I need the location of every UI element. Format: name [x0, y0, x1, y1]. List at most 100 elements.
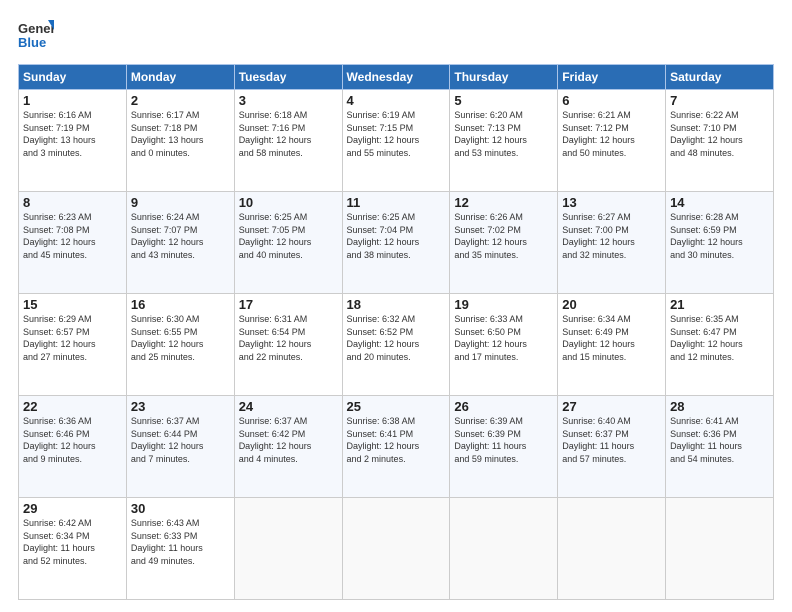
- day-number: 7: [670, 93, 769, 108]
- day-info: Sunrise: 6:16 AM Sunset: 7:19 PM Dayligh…: [23, 109, 122, 159]
- day-number: 18: [347, 297, 446, 312]
- day-info: Sunrise: 6:41 AM Sunset: 6:36 PM Dayligh…: [670, 415, 769, 465]
- calendar-cell: [450, 498, 558, 600]
- calendar-week-row: 22Sunrise: 6:36 AM Sunset: 6:46 PM Dayli…: [19, 396, 774, 498]
- page: General Blue SundayMondayTuesdayWednesda…: [0, 0, 792, 612]
- calendar-header-row: SundayMondayTuesdayWednesdayThursdayFrid…: [19, 65, 774, 90]
- calendar-cell: [234, 498, 342, 600]
- day-info: Sunrise: 6:43 AM Sunset: 6:33 PM Dayligh…: [131, 517, 230, 567]
- day-number: 15: [23, 297, 122, 312]
- day-number: 10: [239, 195, 338, 210]
- calendar-cell: 2Sunrise: 6:17 AM Sunset: 7:18 PM Daylig…: [126, 90, 234, 192]
- day-number: 24: [239, 399, 338, 414]
- day-info: Sunrise: 6:30 AM Sunset: 6:55 PM Dayligh…: [131, 313, 230, 363]
- calendar-cell: 26Sunrise: 6:39 AM Sunset: 6:39 PM Dayli…: [450, 396, 558, 498]
- calendar-table: SundayMondayTuesdayWednesdayThursdayFrid…: [18, 64, 774, 600]
- calendar-cell: 7Sunrise: 6:22 AM Sunset: 7:10 PM Daylig…: [666, 90, 774, 192]
- calendar-cell: 1Sunrise: 6:16 AM Sunset: 7:19 PM Daylig…: [19, 90, 127, 192]
- day-number: 9: [131, 195, 230, 210]
- calendar-cell: [342, 498, 450, 600]
- calendar-cell: 4Sunrise: 6:19 AM Sunset: 7:15 PM Daylig…: [342, 90, 450, 192]
- day-info: Sunrise: 6:31 AM Sunset: 6:54 PM Dayligh…: [239, 313, 338, 363]
- calendar-header-thursday: Thursday: [450, 65, 558, 90]
- calendar-cell: 15Sunrise: 6:29 AM Sunset: 6:57 PM Dayli…: [19, 294, 127, 396]
- day-number: 11: [347, 195, 446, 210]
- day-info: Sunrise: 6:37 AM Sunset: 6:44 PM Dayligh…: [131, 415, 230, 465]
- day-info: Sunrise: 6:28 AM Sunset: 6:59 PM Dayligh…: [670, 211, 769, 261]
- calendar-cell: 13Sunrise: 6:27 AM Sunset: 7:00 PM Dayli…: [558, 192, 666, 294]
- day-number: 3: [239, 93, 338, 108]
- calendar-cell: 24Sunrise: 6:37 AM Sunset: 6:42 PM Dayli…: [234, 396, 342, 498]
- calendar-cell: 25Sunrise: 6:38 AM Sunset: 6:41 PM Dayli…: [342, 396, 450, 498]
- day-info: Sunrise: 6:40 AM Sunset: 6:37 PM Dayligh…: [562, 415, 661, 465]
- day-number: 20: [562, 297, 661, 312]
- day-info: Sunrise: 6:39 AM Sunset: 6:39 PM Dayligh…: [454, 415, 553, 465]
- calendar-cell: 19Sunrise: 6:33 AM Sunset: 6:50 PM Dayli…: [450, 294, 558, 396]
- day-info: Sunrise: 6:27 AM Sunset: 7:00 PM Dayligh…: [562, 211, 661, 261]
- calendar-header-friday: Friday: [558, 65, 666, 90]
- calendar-header-saturday: Saturday: [666, 65, 774, 90]
- calendar-cell: 6Sunrise: 6:21 AM Sunset: 7:12 PM Daylig…: [558, 90, 666, 192]
- day-info: Sunrise: 6:35 AM Sunset: 6:47 PM Dayligh…: [670, 313, 769, 363]
- day-info: Sunrise: 6:22 AM Sunset: 7:10 PM Dayligh…: [670, 109, 769, 159]
- calendar-cell: [666, 498, 774, 600]
- calendar-cell: 29Sunrise: 6:42 AM Sunset: 6:34 PM Dayli…: [19, 498, 127, 600]
- day-info: Sunrise: 6:19 AM Sunset: 7:15 PM Dayligh…: [347, 109, 446, 159]
- calendar-cell: 28Sunrise: 6:41 AM Sunset: 6:36 PM Dayli…: [666, 396, 774, 498]
- day-info: Sunrise: 6:24 AM Sunset: 7:07 PM Dayligh…: [131, 211, 230, 261]
- calendar-header-sunday: Sunday: [19, 65, 127, 90]
- day-number: 4: [347, 93, 446, 108]
- calendar-cell: 22Sunrise: 6:36 AM Sunset: 6:46 PM Dayli…: [19, 396, 127, 498]
- day-info: Sunrise: 6:18 AM Sunset: 7:16 PM Dayligh…: [239, 109, 338, 159]
- day-number: 8: [23, 195, 122, 210]
- calendar-cell: 12Sunrise: 6:26 AM Sunset: 7:02 PM Dayli…: [450, 192, 558, 294]
- day-number: 27: [562, 399, 661, 414]
- calendar-cell: 3Sunrise: 6:18 AM Sunset: 7:16 PM Daylig…: [234, 90, 342, 192]
- calendar-cell: 27Sunrise: 6:40 AM Sunset: 6:37 PM Dayli…: [558, 396, 666, 498]
- day-info: Sunrise: 6:36 AM Sunset: 6:46 PM Dayligh…: [23, 415, 122, 465]
- day-info: Sunrise: 6:42 AM Sunset: 6:34 PM Dayligh…: [23, 517, 122, 567]
- day-number: 21: [670, 297, 769, 312]
- day-number: 23: [131, 399, 230, 414]
- day-number: 19: [454, 297, 553, 312]
- calendar-cell: 5Sunrise: 6:20 AM Sunset: 7:13 PM Daylig…: [450, 90, 558, 192]
- day-info: Sunrise: 6:21 AM Sunset: 7:12 PM Dayligh…: [562, 109, 661, 159]
- day-info: Sunrise: 6:32 AM Sunset: 6:52 PM Dayligh…: [347, 313, 446, 363]
- day-number: 26: [454, 399, 553, 414]
- day-number: 29: [23, 501, 122, 516]
- calendar-week-row: 8Sunrise: 6:23 AM Sunset: 7:08 PM Daylig…: [19, 192, 774, 294]
- day-number: 17: [239, 297, 338, 312]
- calendar-cell: 23Sunrise: 6:37 AM Sunset: 6:44 PM Dayli…: [126, 396, 234, 498]
- calendar-cell: 21Sunrise: 6:35 AM Sunset: 6:47 PM Dayli…: [666, 294, 774, 396]
- calendar-cell: 16Sunrise: 6:30 AM Sunset: 6:55 PM Dayli…: [126, 294, 234, 396]
- day-info: Sunrise: 6:38 AM Sunset: 6:41 PM Dayligh…: [347, 415, 446, 465]
- day-info: Sunrise: 6:17 AM Sunset: 7:18 PM Dayligh…: [131, 109, 230, 159]
- day-number: 16: [131, 297, 230, 312]
- day-number: 5: [454, 93, 553, 108]
- calendar-cell: 10Sunrise: 6:25 AM Sunset: 7:05 PM Dayli…: [234, 192, 342, 294]
- day-number: 30: [131, 501, 230, 516]
- calendar-cell: 17Sunrise: 6:31 AM Sunset: 6:54 PM Dayli…: [234, 294, 342, 396]
- day-number: 22: [23, 399, 122, 414]
- day-info: Sunrise: 6:26 AM Sunset: 7:02 PM Dayligh…: [454, 211, 553, 261]
- calendar-cell: 9Sunrise: 6:24 AM Sunset: 7:07 PM Daylig…: [126, 192, 234, 294]
- calendar-cell: 14Sunrise: 6:28 AM Sunset: 6:59 PM Dayli…: [666, 192, 774, 294]
- day-info: Sunrise: 6:37 AM Sunset: 6:42 PM Dayligh…: [239, 415, 338, 465]
- calendar-week-row: 1Sunrise: 6:16 AM Sunset: 7:19 PM Daylig…: [19, 90, 774, 192]
- calendar-cell: [558, 498, 666, 600]
- day-number: 13: [562, 195, 661, 210]
- day-info: Sunrise: 6:29 AM Sunset: 6:57 PM Dayligh…: [23, 313, 122, 363]
- day-info: Sunrise: 6:25 AM Sunset: 7:05 PM Dayligh…: [239, 211, 338, 261]
- day-info: Sunrise: 6:23 AM Sunset: 7:08 PM Dayligh…: [23, 211, 122, 261]
- logo-svg: General Blue: [18, 18, 54, 54]
- svg-text:Blue: Blue: [18, 35, 46, 50]
- day-info: Sunrise: 6:34 AM Sunset: 6:49 PM Dayligh…: [562, 313, 661, 363]
- calendar-cell: 11Sunrise: 6:25 AM Sunset: 7:04 PM Dayli…: [342, 192, 450, 294]
- day-number: 12: [454, 195, 553, 210]
- calendar-cell: 20Sunrise: 6:34 AM Sunset: 6:49 PM Dayli…: [558, 294, 666, 396]
- svg-text:General: General: [18, 21, 54, 36]
- day-number: 6: [562, 93, 661, 108]
- day-number: 28: [670, 399, 769, 414]
- calendar-header-tuesday: Tuesday: [234, 65, 342, 90]
- day-number: 14: [670, 195, 769, 210]
